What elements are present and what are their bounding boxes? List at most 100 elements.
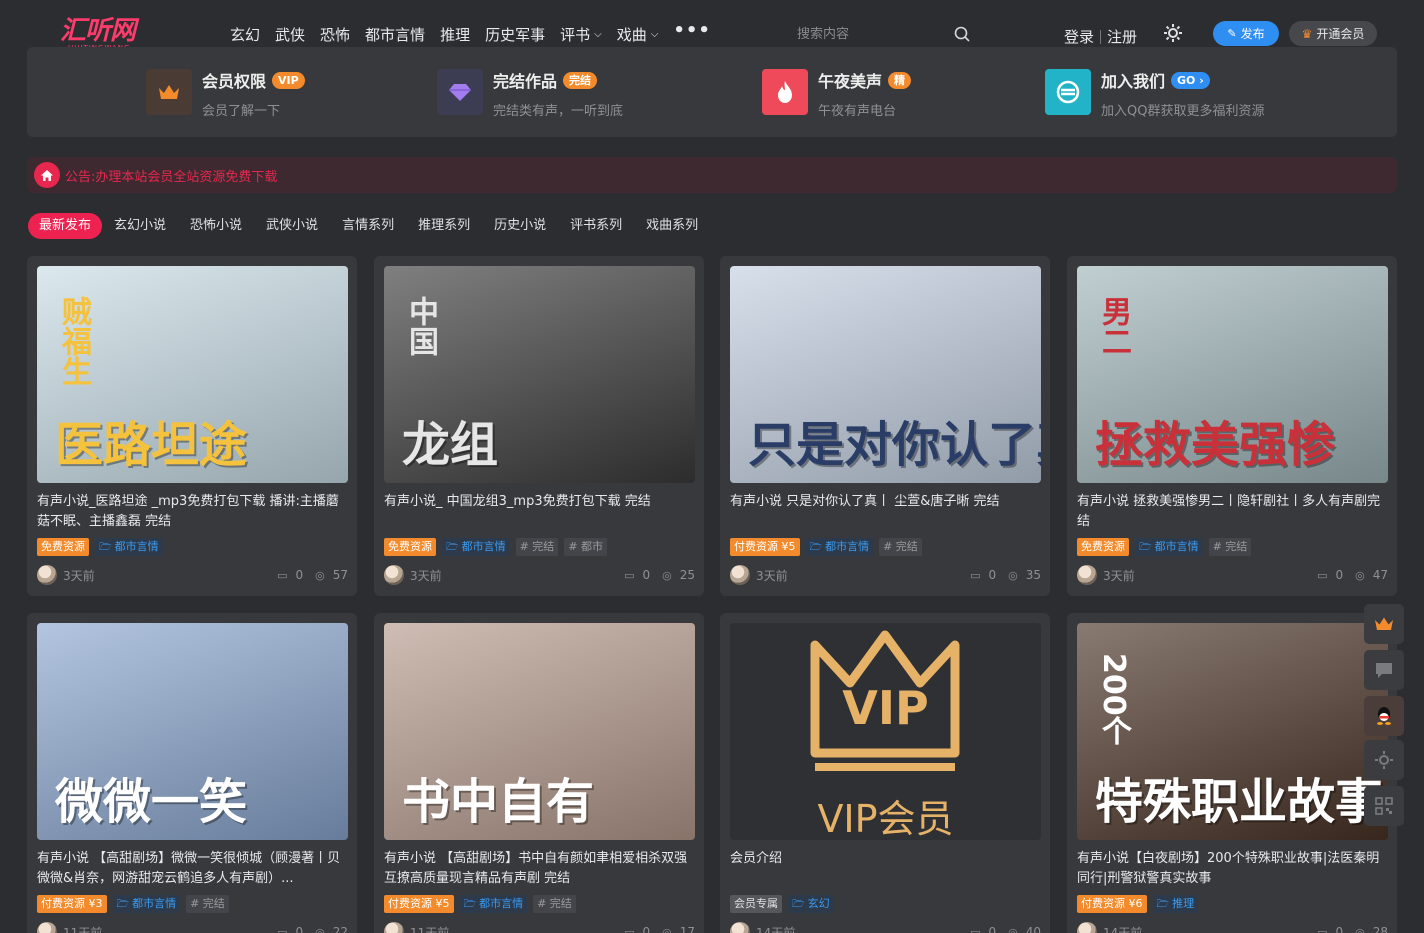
qrcode-float-button[interactable] [1364, 786, 1404, 826]
register-link[interactable]: 注册 [1107, 26, 1137, 47]
category-tag[interactable]: 🗁 都市言情 [442, 538, 510, 556]
search-input[interactable] [786, 19, 978, 49]
hashtag[interactable]: # 完结 [879, 538, 922, 556]
comment-count-value: 0 [1335, 568, 1344, 582]
post-cover-image[interactable]: 只是对你认了真 [730, 266, 1041, 483]
theme-float-button[interactable] [1364, 740, 1404, 780]
feature-join[interactable]: 加入我们 GO › 加入QQ群获取更多福利资源 [1045, 69, 1264, 119]
avatar[interactable] [1077, 922, 1097, 933]
tab-yanqing[interactable]: 言情系列 [342, 213, 394, 239]
post-card[interactable]: VIP VIP会员 会员介绍 会员专属 🗁 玄幻 14天前 ▭ 0 ◎ 40 [720, 613, 1050, 933]
hashtag[interactable]: # 完结 [515, 538, 559, 556]
post-card[interactable]: 贼福生 医路坦途有声小说_医路坦途 _mp3免费打包下载 播讲:主播蘑菇不眠、主播… [27, 256, 357, 596]
post-card[interactable]: 中国 龙组有声小说_ 中国龙组3_mp3免费打包下载 完结 免费资源 🗁 都市言情 # … [374, 256, 704, 596]
price-tag[interactable]: 付费资源 ¥3 [37, 895, 107, 913]
avatar[interactable] [37, 922, 57, 933]
price-tag[interactable]: 免费资源 [1077, 538, 1129, 556]
post-cover-image[interactable]: 200个 特殊职业故事 [1077, 623, 1388, 840]
avatar[interactable] [384, 922, 404, 933]
post-cover-image[interactable]: 书中自有 [384, 623, 695, 840]
post-card[interactable]: 书中自有有声小说 【高甜剧场】书中自有颜如聿相爱相杀双强互撩高质量现言精品有声剧… [374, 613, 704, 933]
category-tag[interactable]: 🗁 都市言情 [112, 895, 181, 913]
comment-count: ▭ 0 [964, 925, 996, 933]
chat-float-button[interactable] [1364, 650, 1404, 690]
post-title[interactable]: 有声小说_医路坦途 _mp3免费打包下载 播讲:主播蘑菇不眠、主播鑫磊 完结 [37, 492, 350, 531]
post-cover-image[interactable]: 微微一笑 [37, 623, 348, 840]
post-card[interactable]: 只是对你认了真有声小说 只是对你认了真丨 尘萱&唐子晰 完结付费资源 ¥5 🗁 都… [720, 256, 1050, 596]
tab-xiqu[interactable]: 戏曲系列 [646, 213, 698, 239]
post-title[interactable]: 有声小说 【高甜剧场】微微一笑很倾城（顾漫著丨贝微微&肖奈，网游甜宠云鹤追多人有… [37, 849, 350, 888]
hashtag[interactable]: # 完结 [186, 895, 229, 913]
nav-item-pingshu[interactable]: 评书 ⌵ [560, 24, 602, 45]
post-title[interactable]: 有声小说 【高甜剧场】书中自有颜如聿相爱相杀双强互撩高质量现言精品有声剧 完结 [384, 849, 697, 888]
tag-label: 都市言情 [825, 540, 870, 553]
avatar[interactable] [384, 565, 404, 585]
vip-float-button[interactable] [1364, 604, 1404, 644]
more-menu-icon[interactable]: ••• [673, 22, 711, 40]
category-tag[interactable]: 🗁 推理 [1152, 895, 1199, 913]
avatar[interactable] [730, 565, 750, 585]
publish-button[interactable]: ✎ 发布 [1213, 21, 1279, 46]
category-tag[interactable]: 🗁 都市言情 [459, 895, 528, 913]
nav-item-tuili[interactable]: 推理 [440, 24, 470, 45]
tab-xuanhuan[interactable]: 玄幻小说 [114, 213, 166, 239]
post-cover-image[interactable]: 贼福生 医路坦途 [37, 266, 348, 483]
tab-pingshu[interactable]: 评书系列 [570, 213, 622, 239]
nav-item-lishi[interactable]: 历史军事 [485, 24, 545, 45]
folder-icon: 🗁 [116, 899, 133, 910]
post-card[interactable]: 200个 特殊职业故事有声小说【白夜剧场】200个特殊职业故事|法医秦明同行|刑警… [1067, 613, 1397, 933]
tab-tuili[interactable]: 推理系列 [418, 213, 470, 239]
hashtag[interactable]: # 完结 [1208, 538, 1252, 556]
post-card[interactable]: 男二 拯救美强惨有声小说 拯救美强惨男二丨隐轩剧社丨多人有声剧完结免费资源 🗁 都市… [1067, 256, 1397, 596]
category-tag[interactable]: 🗁 都市言情 [1135, 538, 1203, 556]
hashtag[interactable]: # 都市 [564, 538, 608, 556]
price-tag[interactable]: 免费资源 [37, 538, 89, 556]
post-meta: 11天前 ▭ 0 ◎ 17 [384, 922, 695, 933]
nav-item-kongbu[interactable]: 恐怖 [320, 24, 350, 45]
feature-completed[interactable]: 完结作品 完结 完结类有声，一听到底 [437, 69, 623, 119]
announcement-text[interactable]: 公告:办理本站会员全站资源免费下载 [65, 166, 277, 185]
avatar[interactable] [1077, 565, 1097, 585]
price-tag[interactable]: 免费资源 [384, 538, 436, 556]
theme-toggle-icon[interactable] [1163, 23, 1183, 43]
avatar[interactable] [730, 922, 750, 933]
nav-item-dushi[interactable]: 都市言情 [365, 24, 425, 45]
feature-member[interactable]: 会员权限 VIP 会员了解一下 [146, 69, 305, 119]
search-icon[interactable] [954, 26, 970, 42]
post-title[interactable]: 有声小说_ 中国龙组3_mp3免费打包下载 完结 [384, 492, 697, 512]
post-title[interactable]: 有声小说【白夜剧场】200个特殊职业故事|法医秦明同行|刑警狱警真实故事 [1077, 849, 1390, 888]
tab-wuxia[interactable]: 武侠小说 [266, 213, 318, 239]
post-title[interactable]: 有声小说 拯救美强惨男二丨隐轩剧社丨多人有声剧完结 [1077, 492, 1390, 531]
open-vip-button[interactable]: ♛ 开通会员 [1289, 21, 1377, 46]
tab-latest[interactable]: 最新发布 [28, 213, 103, 239]
tab-lishi[interactable]: 历史小说 [494, 213, 546, 239]
post-cover-image[interactable]: VIP VIP会员 [730, 623, 1041, 840]
folder-icon: 🗁 [1139, 542, 1155, 553]
tab-kongbu[interactable]: 恐怖小说 [190, 213, 242, 239]
post-stats: ▭ 0 ◎ 35 [958, 568, 1041, 582]
post-card[interactable]: 微微一笑有声小说 【高甜剧场】微微一笑很倾城（顾漫著丨贝微微&肖奈，网游甜宠云鹤… [27, 613, 357, 933]
login-link[interactable]: 登录 [1064, 26, 1094, 47]
divider [1100, 29, 1102, 44]
post-title[interactable]: 会员介绍 [730, 849, 1043, 869]
avatar[interactable] [37, 565, 57, 585]
feature-midnight[interactable]: 午夜美声精 午夜有声电台 [762, 69, 912, 119]
hashtag[interactable]: # 完结 [533, 895, 576, 913]
nav-item-xuanhuan[interactable]: 玄幻 [230, 24, 260, 45]
price-tag[interactable]: 付费资源 ¥5 [384, 895, 454, 913]
comment-count: ▭ 0 [271, 568, 303, 582]
category-tag[interactable]: 🗁 都市言情 [95, 538, 163, 556]
post-cover-image[interactable]: 男二 拯救美强惨 [1077, 266, 1388, 483]
nav-item-xiqu[interactable]: 戏曲 ⌵ [617, 24, 659, 45]
member-tag[interactable]: 会员专属 [730, 895, 782, 913]
post-title[interactable]: 有声小说 只是对你认了真丨 尘萱&唐子晰 完结 [730, 492, 1043, 512]
post-cover-image[interactable]: 中国 龙组 [384, 266, 695, 483]
price-tag[interactable]: 付费资源 ¥5 [730, 538, 800, 556]
nav-item-wuxia[interactable]: 武侠 [275, 24, 305, 45]
category-tag[interactable]: 🗁 玄幻 [788, 895, 834, 913]
cover-subtitle: 贼福生 [56, 296, 91, 386]
price-tag[interactable]: 付费资源 ¥6 [1077, 895, 1147, 913]
comment-count-value: 0 [988, 568, 997, 582]
category-tag[interactable]: 🗁 都市言情 [805, 538, 874, 556]
qq-float-button[interactable] [1364, 696, 1404, 736]
